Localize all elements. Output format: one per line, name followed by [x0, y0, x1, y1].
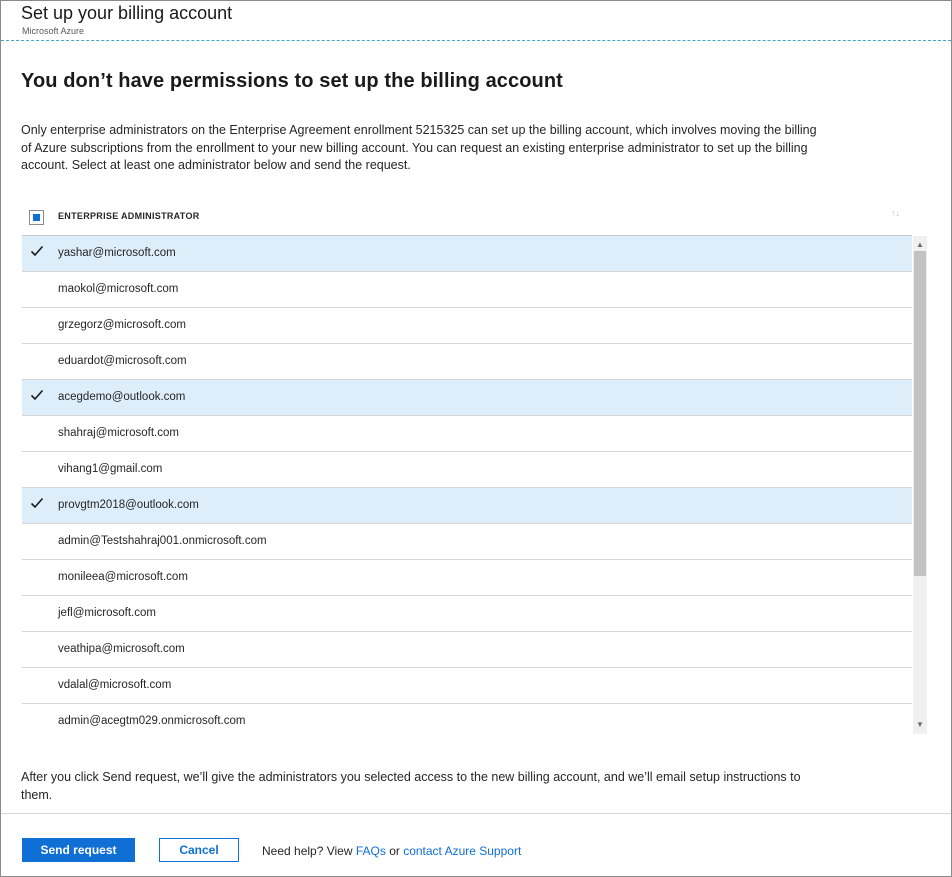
checkmark-icon[interactable] [30, 388, 44, 402]
footer-note: After you click Send request, we’ll give… [21, 770, 801, 802]
footer-divider [1, 813, 951, 814]
table-row[interactable]: vihang1@gmail.com [22, 452, 912, 488]
scroll-up-arrow-icon[interactable]: ▲ [916, 240, 924, 249]
table-row[interactable]: yashar@microsoft.com [22, 236, 912, 272]
row-email: eduardot@microsoft.com [58, 355, 187, 367]
row-email: vdalal@microsoft.com [58, 679, 172, 691]
table-row[interactable]: eduardot@microsoft.com [22, 344, 912, 380]
faqs-link[interactable]: FAQs [356, 844, 386, 858]
checkmark-icon[interactable] [30, 496, 44, 510]
row-email: provgtm2018@outlook.com [58, 499, 199, 511]
row-email: admin@Testshahraj001.onmicrosoft.com [58, 535, 267, 547]
dialog-window: Set up your billing account Microsoft Az… [0, 0, 952, 877]
sort-arrows-icon[interactable]: ↑↓ [891, 208, 900, 218]
help-text: Need help? View FAQs or contact Azure Su… [262, 844, 521, 858]
page-heading: You don’t have permissions to set up the… [21, 70, 563, 92]
help-middle: or [385, 844, 404, 858]
blade-subtitle: Microsoft Azure [22, 26, 85, 36]
table-row[interactable]: grzegorz@microsoft.com [22, 308, 912, 344]
table-row[interactable]: maokol@microsoft.com [22, 272, 912, 308]
table-row[interactable]: jefl@microsoft.com [22, 596, 912, 632]
table-row[interactable]: vdalal@microsoft.com [22, 668, 912, 704]
row-email: grzegorz@microsoft.com [58, 319, 186, 331]
table-body: yashar@microsoft.com maokol@microsoft.com… [22, 236, 912, 734]
row-email: jefl@microsoft.com [58, 607, 156, 619]
description-text: Only enterprise administrators on the En… [21, 123, 817, 172]
help-prefix: Need help? View [262, 844, 356, 858]
row-email: monileea@microsoft.com [58, 571, 188, 583]
blade-title: Set up your billing account [21, 3, 233, 23]
table-row[interactable]: shahraj@microsoft.com [22, 416, 912, 452]
partial-check-indicator [33, 214, 40, 221]
blade-header: Set up your billing account Microsoft Az… [1, 1, 951, 41]
send-request-button[interactable]: Send request [22, 838, 135, 862]
row-email: veathipa@microsoft.com [58, 643, 185, 655]
checkmark-icon[interactable] [30, 244, 44, 258]
column-header-enterprise-administrator[interactable]: ENTERPRISE ADMINISTRATOR [58, 211, 200, 221]
row-email: shahraj@microsoft.com [58, 427, 179, 439]
table-row[interactable]: admin@Testshahraj001.onmicrosoft.com [22, 524, 912, 560]
vertical-scrollbar[interactable]: ▲ ▼ [913, 236, 927, 734]
table-row[interactable]: monileea@microsoft.com [22, 560, 912, 596]
table-header: ENTERPRISE ADMINISTRATOR ↑↓ [22, 199, 912, 236]
row-email: maokol@microsoft.com [58, 283, 179, 295]
row-email: acegdemo@outlook.com [58, 391, 186, 403]
table-row[interactable]: veathipa@microsoft.com [22, 632, 912, 668]
contact-support-link[interactable]: contact Azure Support [403, 844, 521, 858]
row-email: yashar@microsoft.com [58, 247, 176, 259]
row-email: vihang1@gmail.com [58, 463, 163, 475]
table-row[interactable]: acegdemo@outlook.com [22, 380, 912, 416]
row-email: admin@acegtm029.onmicrosoft.com [58, 715, 246, 727]
table-row[interactable]: admin@acegtm029.onmicrosoft.com [22, 704, 912, 734]
scrollbar-thumb[interactable] [914, 251, 926, 576]
scroll-down-arrow-icon[interactable]: ▼ [916, 720, 924, 729]
cancel-button[interactable]: Cancel [159, 838, 239, 862]
table-row[interactable]: provgtm2018@outlook.com [22, 488, 912, 524]
select-all-checkbox[interactable] [29, 210, 44, 225]
